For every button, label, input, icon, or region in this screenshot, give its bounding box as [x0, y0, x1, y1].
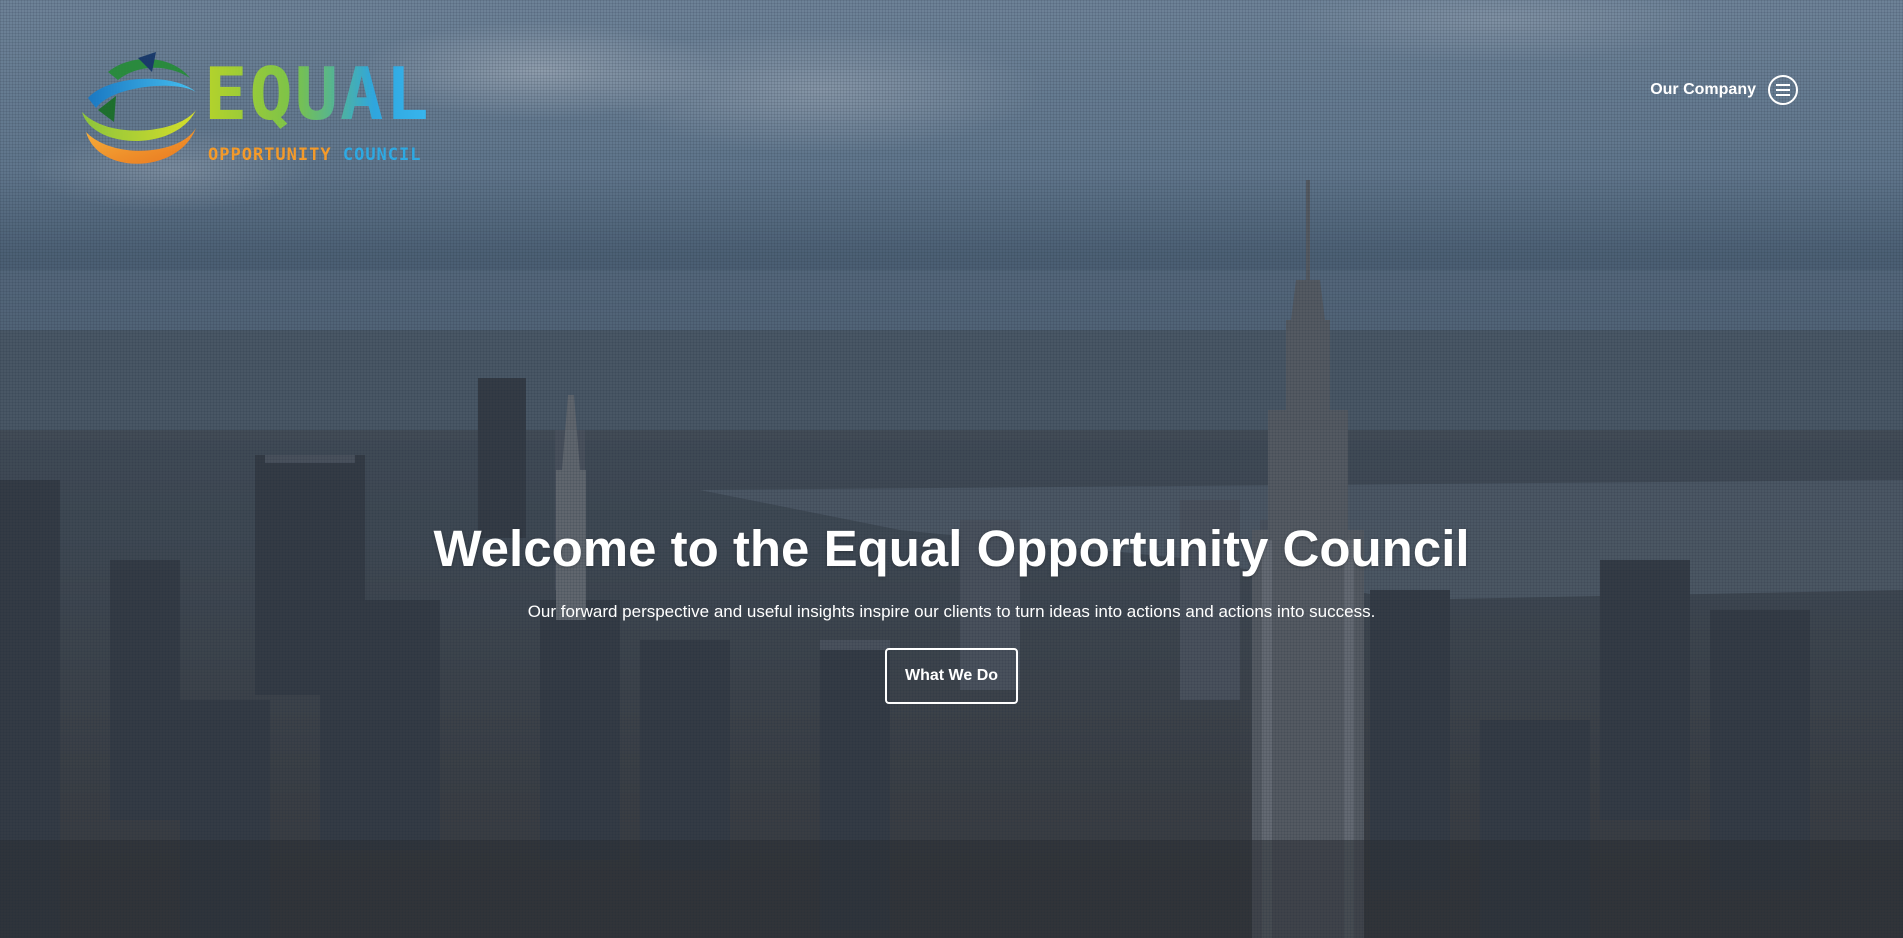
logo-wordmark: EQUAL: [204, 52, 431, 136]
hamburger-icon[interactable]: [1768, 75, 1798, 105]
logo-tagline-word1: OPPORTUNITY: [208, 145, 332, 165]
hero-content: Welcome to the Equal Opportunity Council…: [0, 518, 1903, 704]
menu-label[interactable]: Our Company: [1650, 81, 1756, 99]
logo-tagline-word2: COUNCIL: [342, 145, 422, 165]
hero-section: EQUAL OPPORTUNITY COUNCIL Our Company We…: [0, 0, 1903, 938]
hero-title: Welcome to the Equal Opportunity Council: [433, 520, 1470, 577]
our-company-menu[interactable]: Our Company: [1650, 75, 1798, 105]
circular-arrows-icon: [82, 52, 196, 164]
what-we-do-button[interactable]: What We Do: [884, 648, 1019, 704]
hero-subtitle: Our forward perspective and useful insig…: [527, 602, 1376, 621]
site-logo[interactable]: EQUAL OPPORTUNITY COUNCIL: [78, 50, 468, 175]
logo-tagline: OPPORTUNITY COUNCIL: [208, 145, 422, 165]
